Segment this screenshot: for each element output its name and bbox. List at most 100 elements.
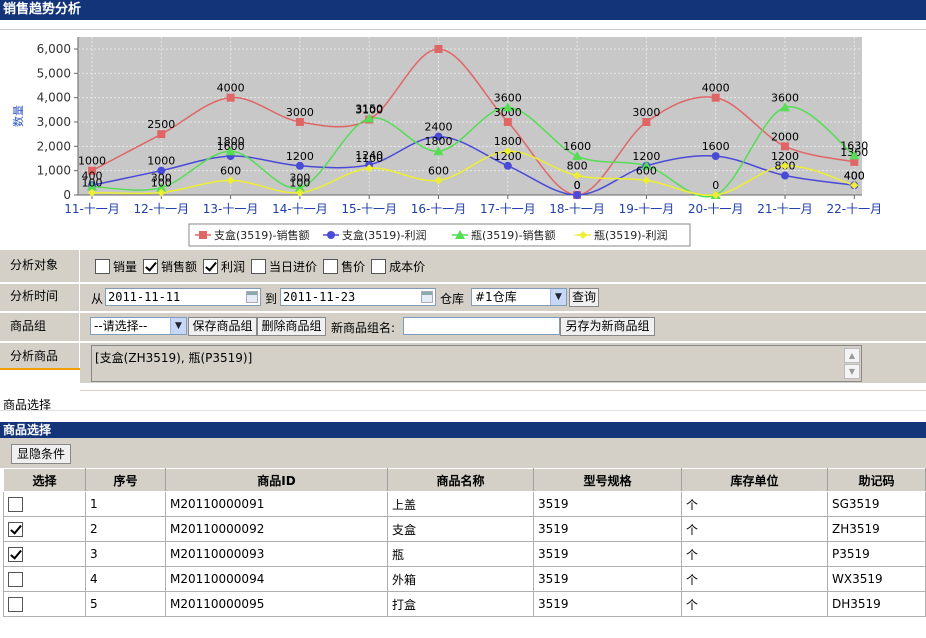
cell-name: 上盖 — [387, 491, 534, 517]
metric-checkboxes: 销量 销售额 利润 当日进价 售价 成本价 — [84, 250, 926, 282]
product-group-select[interactable]: --请选择-- ▼ — [90, 317, 187, 335]
tab-product-select[interactable]: 商品选择 — [0, 368, 80, 412]
product-group-label: 商品组 — [0, 313, 80, 341]
column-header[interactable]: 助记码 — [827, 468, 926, 492]
data-point — [295, 161, 304, 170]
toggle-conditions-button[interactable]: 显隐条件 — [11, 444, 71, 464]
data-label: 1800 — [217, 135, 245, 148]
legend-label: 支盒(3519)-销售额 — [214, 228, 310, 242]
cell-id: M20110000092 — [165, 516, 388, 542]
row-select-checkbox[interactable] — [8, 496, 23, 512]
metric-checkbox-label: 销售额 — [161, 260, 198, 274]
data-point — [295, 118, 304, 126]
metric-checkbox[interactable] — [371, 259, 387, 274]
warehouse-select[interactable]: #1仓库 ▼ — [471, 288, 567, 306]
data-label: 1600 — [702, 140, 730, 153]
analysis-target-label: 分析对象 — [0, 250, 80, 282]
data-label: 2500 — [147, 118, 175, 131]
column-header[interactable]: 选择 — [3, 468, 86, 492]
chart-svg: 0 1,000 2,000 3,000 4,000 5,000 6,000 11-十一月 12-… — [12, 37, 882, 247]
data-point — [711, 152, 720, 161]
analysis-products-row: 分析商品 [支盒(ZH3519), 瓶(P3519)] ▲ ▼ — [0, 343, 926, 383]
column-header[interactable]: 商品ID — [165, 468, 388, 492]
cell-code: DH3519 — [827, 591, 926, 617]
y-tick-label: 0 — [63, 188, 71, 202]
column-header[interactable]: 商品名称 — [387, 468, 534, 492]
column-header[interactable]: 库存单位 — [681, 468, 828, 492]
x-tick-label: 12-十一月 — [133, 202, 189, 216]
chevron-down-icon: ▼ — [550, 289, 566, 305]
select-cell — [3, 566, 86, 592]
metric-checkbox[interactable] — [143, 259, 159, 274]
metric-checkbox[interactable] — [323, 259, 339, 274]
scroll-up-icon[interactable]: ▲ — [844, 348, 860, 363]
row-select-checkbox[interactable] — [8, 521, 23, 537]
metric-checkbox[interactable] — [95, 259, 110, 274]
y-tick-label: 2,000 — [37, 139, 71, 153]
cell-spec: 3519 — [533, 566, 682, 592]
data-label: 100 — [289, 177, 310, 190]
legend-swatch-marker — [199, 231, 207, 239]
data-label: 1200 — [771, 150, 799, 163]
cell-no: 2 — [85, 516, 166, 542]
metric-checkbox[interactable] — [251, 259, 267, 274]
cell-unit: 个 — [681, 566, 828, 592]
cell-unit: 个 — [681, 541, 828, 567]
metric-checkbox-label: 售价 — [341, 260, 366, 274]
x-tick-label: 11-十一月 — [64, 202, 120, 216]
from-date-input[interactable]: 2011-11-11 — [105, 288, 261, 306]
x-tick-label: 18-十一月 — [549, 202, 605, 216]
column-header[interactable]: 型号规格 — [533, 468, 682, 492]
y-tick-label: 1,000 — [37, 164, 71, 178]
data-label: 1630 — [840, 139, 868, 152]
x-tick-label: 16-十一月 — [411, 202, 467, 216]
x-tick-label: 21-十一月 — [757, 202, 813, 216]
row-select-checkbox[interactable] — [8, 571, 23, 587]
data-label: 3000 — [286, 106, 314, 119]
column-header[interactable]: 序号 — [85, 468, 166, 492]
data-label: 0 — [712, 179, 719, 192]
to-date-input[interactable]: 2011-11-23 — [280, 288, 436, 306]
analysis-products-textarea[interactable]: [支盒(ZH3519), 瓶(P3519)] ▲ ▼ — [91, 345, 862, 382]
calendar-icon[interactable] — [421, 291, 433, 303]
data-label: 1100 — [355, 152, 383, 165]
table-row: 1 M20110000091 上盖 3519 个 SG3519 — [3, 491, 926, 517]
scrollbar[interactable]: ▲ ▼ — [844, 348, 860, 380]
cell-code: ZH3519 — [827, 516, 926, 542]
save-group-button[interactable]: 保存商品组 — [188, 317, 257, 336]
x-tick-label: 15-十一月 — [341, 202, 397, 216]
calendar-icon[interactable] — [246, 291, 258, 303]
data-label: 3000 — [632, 106, 660, 119]
legend-label: 支盒(3519)-利润 — [342, 228, 427, 242]
row-select-checkbox[interactable] — [8, 546, 23, 562]
data-label: 3600 — [494, 91, 522, 104]
cell-no: 1 — [85, 491, 166, 517]
metric-checkbox[interactable] — [203, 259, 219, 274]
data-label: 600 — [636, 164, 657, 177]
data-label: 600 — [220, 164, 241, 177]
from-label: 从 — [91, 292, 104, 306]
query-button[interactable]: 查询 — [569, 288, 599, 307]
cell-spec: 3519 — [533, 591, 682, 617]
scroll-down-icon[interactable]: ▼ — [844, 364, 860, 379]
new-group-input[interactable] — [403, 317, 560, 335]
save-as-new-group-button[interactable]: 另存为新商品组 — [560, 317, 655, 336]
warehouse-label: 仓库 — [440, 292, 465, 306]
table-header-row: 选择 序号 商品ID 商品名称 型号规格 库存单位 助记码 — [3, 468, 926, 492]
y-tick-label: 6,000 — [37, 42, 71, 56]
data-label: 4000 — [702, 82, 730, 95]
cell-name: 支盒 — [387, 516, 534, 542]
cell-spec: 3519 — [533, 516, 682, 542]
divider — [0, 410, 926, 411]
delete-group-button[interactable]: 删除商品组 — [257, 317, 326, 336]
cell-name: 瓶 — [387, 541, 534, 567]
row-select-checkbox[interactable] — [8, 596, 23, 612]
table-row: 2 M20110000092 支盒 3519 个 ZH3519 — [3, 516, 926, 542]
cell-no: 3 — [85, 541, 166, 567]
tab-divider — [80, 390, 926, 391]
data-label: 0 — [574, 179, 581, 192]
cell-spec: 3519 — [533, 541, 682, 567]
metric-checkbox-label: 销量 — [113, 260, 138, 274]
x-tick-label: 14-十一月 — [272, 202, 328, 216]
analysis-products-value: [支盒(ZH3519), 瓶(P3519)] — [95, 351, 253, 365]
